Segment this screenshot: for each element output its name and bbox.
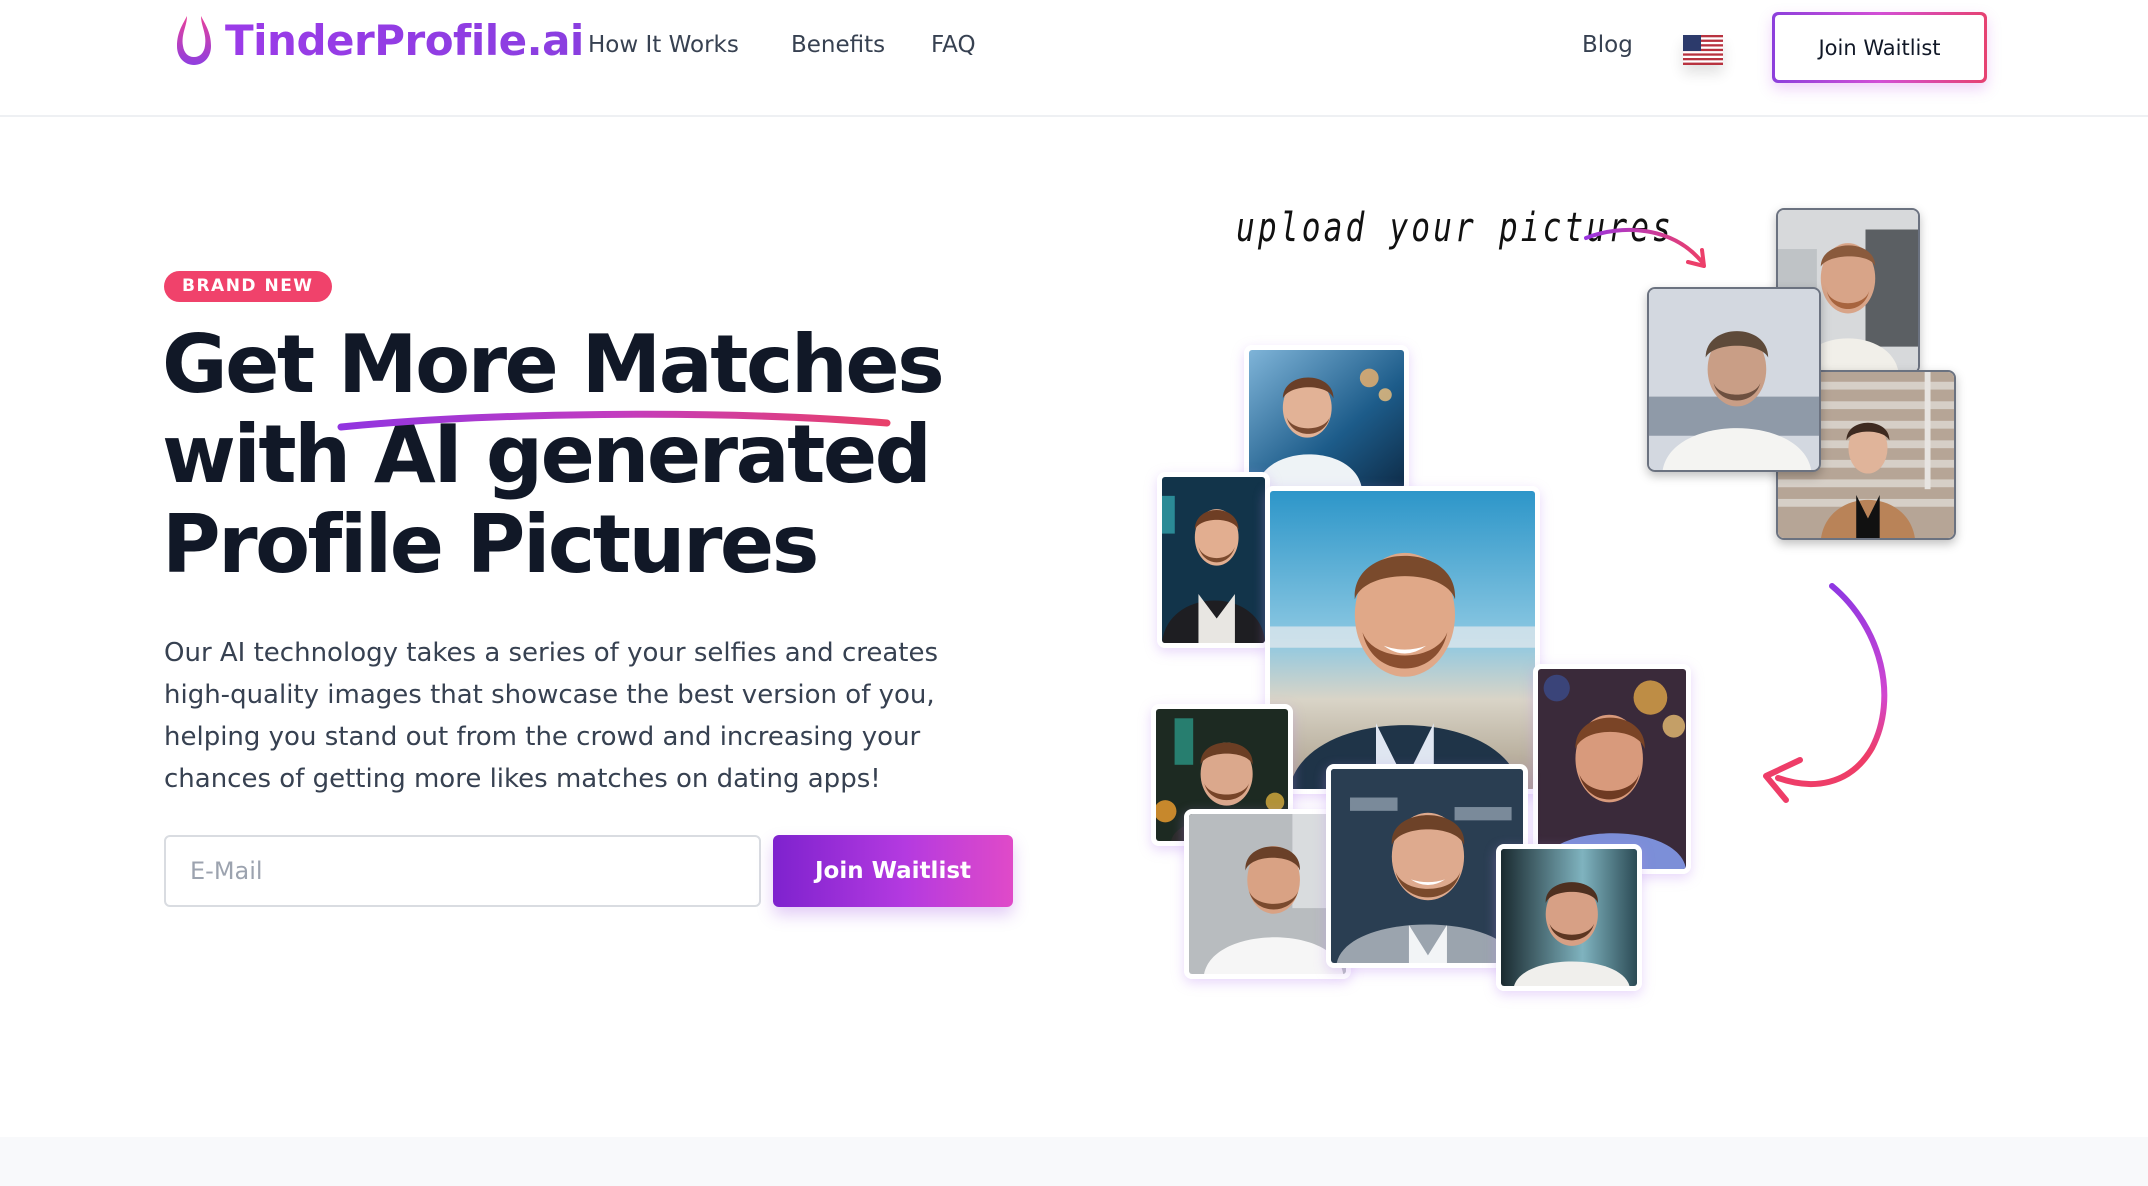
- email-input[interactable]: [164, 835, 761, 907]
- generated-photo-blue-sky-jacket: [1265, 486, 1540, 794]
- header-join-waitlist-button[interactable]: Join Waitlist: [1772, 12, 1987, 83]
- nav-how-it-works[interactable]: How It Works: [588, 32, 739, 58]
- landing-page: TinderProfile.ai How It Works Benefits F…: [0, 0, 2148, 1186]
- nav-faq[interactable]: FAQ: [931, 32, 976, 58]
- curved-arrow-down-icon: [1763, 583, 1888, 803]
- nav-benefits[interactable]: Benefits: [791, 32, 885, 58]
- logo-text: TinderProfile.ai: [225, 15, 584, 65]
- logo[interactable]: TinderProfile.ai: [173, 12, 584, 68]
- headline-line-1: Get More Matches: [162, 318, 945, 411]
- generated-photo-street-sunset: [1244, 345, 1409, 493]
- headline-line-3: Profile Pictures: [162, 498, 819, 591]
- headline-underline-decoration: [337, 410, 891, 431]
- hero-headline: Get More Matches with AI generated Profi…: [162, 320, 1062, 590]
- next-section-band: [0, 1137, 2148, 1186]
- flame-icon: [177, 16, 211, 65]
- uploaded-photo-sea: [1647, 287, 1821, 472]
- site-header: TinderProfile.ai How It Works Benefits F…: [0, 0, 2148, 117]
- us-flag-icon[interactable]: [1683, 35, 1723, 65]
- generated-photo-bokeh-warm: [1533, 664, 1691, 874]
- join-waitlist-button[interactable]: Join Waitlist: [773, 835, 1013, 907]
- header-join-waitlist-label: Join Waitlist: [1775, 15, 1984, 80]
- generated-photo-night-jacket: [1157, 472, 1270, 648]
- generated-photo-studio-teal: [1496, 844, 1642, 991]
- brand-new-badge: BRAND NEW: [164, 271, 332, 302]
- nav-blog[interactable]: Blog: [1582, 32, 1633, 58]
- curved-arrow-icon: [1584, 228, 1706, 268]
- hero-description: Our AI technology takes a series of your…: [164, 638, 939, 794]
